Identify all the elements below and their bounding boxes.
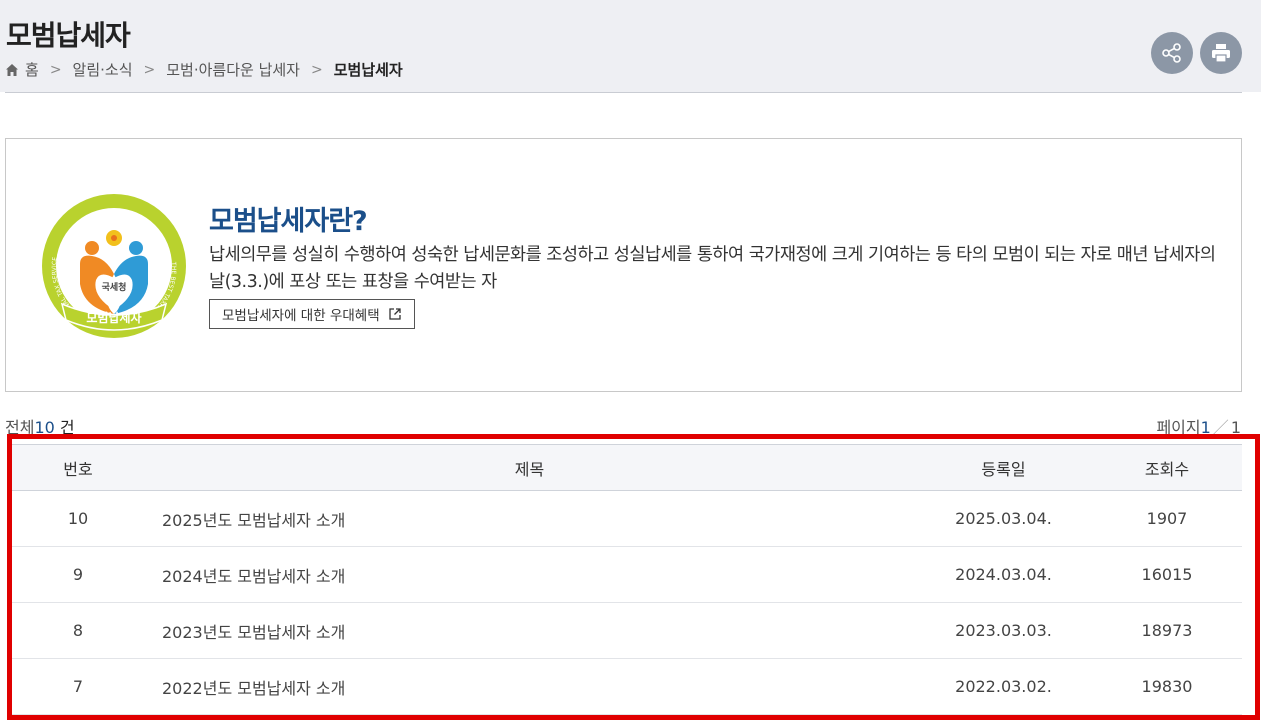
row-date: 2022.03.02. [915,658,1092,715]
col-header-date: 등록일 [915,444,1092,491]
breadcrumb-home[interactable]: 홈 [25,59,39,80]
share-icon [1162,43,1181,63]
row-no: 9 [12,546,144,603]
row-no: 7 [12,658,144,715]
breadcrumb: 홈 > 알림·소식 > 모범·아름다운 납세자 > 모범납세자 [5,59,403,80]
benefit-link-label: 모범납세자에 대한 우대혜택 [222,308,380,324]
breadcrumb-news[interactable]: 알림·소식 [73,59,133,80]
chevron-right-icon: > [49,61,62,78]
row-date: 2023.03.03. [915,602,1092,659]
breadcrumb-taxpayers[interactable]: 모범·아름다운 납세자 [166,59,300,80]
col-header-views: 조회수 [1092,444,1242,491]
intro-title: 모범납세자란? [209,206,368,237]
row-views: 19830 [1092,658,1242,715]
col-header-title: 제목 [144,444,915,491]
chevron-right-icon: > [143,61,156,78]
table-header-row: 번호 제목 등록일 조회수 [12,444,1242,491]
home-icon[interactable] [5,63,19,77]
col-header-no: 번호 [12,444,144,491]
row-title-link[interactable]: 2024년도 모범납세자 소개 [144,546,915,603]
svg-text:모범납세자: 모범납세자 [86,310,141,325]
page-title: 모범납세자 [6,19,131,52]
printer-icon [1212,44,1230,63]
row-no: 8 [12,602,144,659]
intro-box: 함께 만드는 아름다운 세상 NATIONAL TAX SERVICE THE … [5,138,1242,392]
row-views: 18973 [1092,602,1242,659]
print-button[interactable] [1200,32,1242,74]
row-title-link[interactable]: 2022년도 모범납세자 소개 [144,658,915,715]
page-header: 모범납세자 홈 > 알림·소식 > 모범·아름다운 납세자 > 모범납세자 [0,0,1261,92]
breadcrumb-current: 모범납세자 [333,61,403,79]
model-taxpayer-emblem: 함께 만드는 아름다운 세상 NATIONAL TAX SERVICE THE … [42,194,186,338]
row-date: 2025.03.04. [915,490,1092,547]
row-views: 16015 [1092,546,1242,603]
table-row: 8 2023년도 모범납세자 소개 2023.03.03. 18973 [12,602,1242,659]
row-views: 1907 [1092,490,1242,547]
row-date: 2024.03.04. [915,546,1092,603]
header-divider [5,92,1242,93]
taxpayer-list-table: 번호 제목 등록일 조회수 10 2025년도 모범납세자 소개 2025.03… [12,444,1242,715]
table-row: 7 2022년도 모범납세자 소개 2022.03.02. 19830 [12,658,1242,715]
row-title-link[interactable]: 2023년도 모범납세자 소개 [144,602,915,659]
external-link-icon [388,308,401,320]
table-row: 9 2024년도 모범납세자 소개 2024.03.04. 16015 [12,546,1242,603]
benefit-link-button[interactable]: 모범납세자에 대한 우대혜택 [209,299,415,329]
table-row: 10 2025년도 모범납세자 소개 2025.03.04. 1907 [12,490,1242,547]
row-no: 10 [12,490,144,547]
share-button[interactable] [1151,32,1193,74]
row-title-link[interactable]: 2025년도 모범납세자 소개 [144,490,915,547]
svg-text:국세청: 국세청 [102,281,127,293]
intro-description: 납세의무를 성실히 수행하여 성숙한 납세문화를 조성하고 성실납세를 통하여 … [209,245,1216,292]
chevron-right-icon: > [311,61,323,78]
